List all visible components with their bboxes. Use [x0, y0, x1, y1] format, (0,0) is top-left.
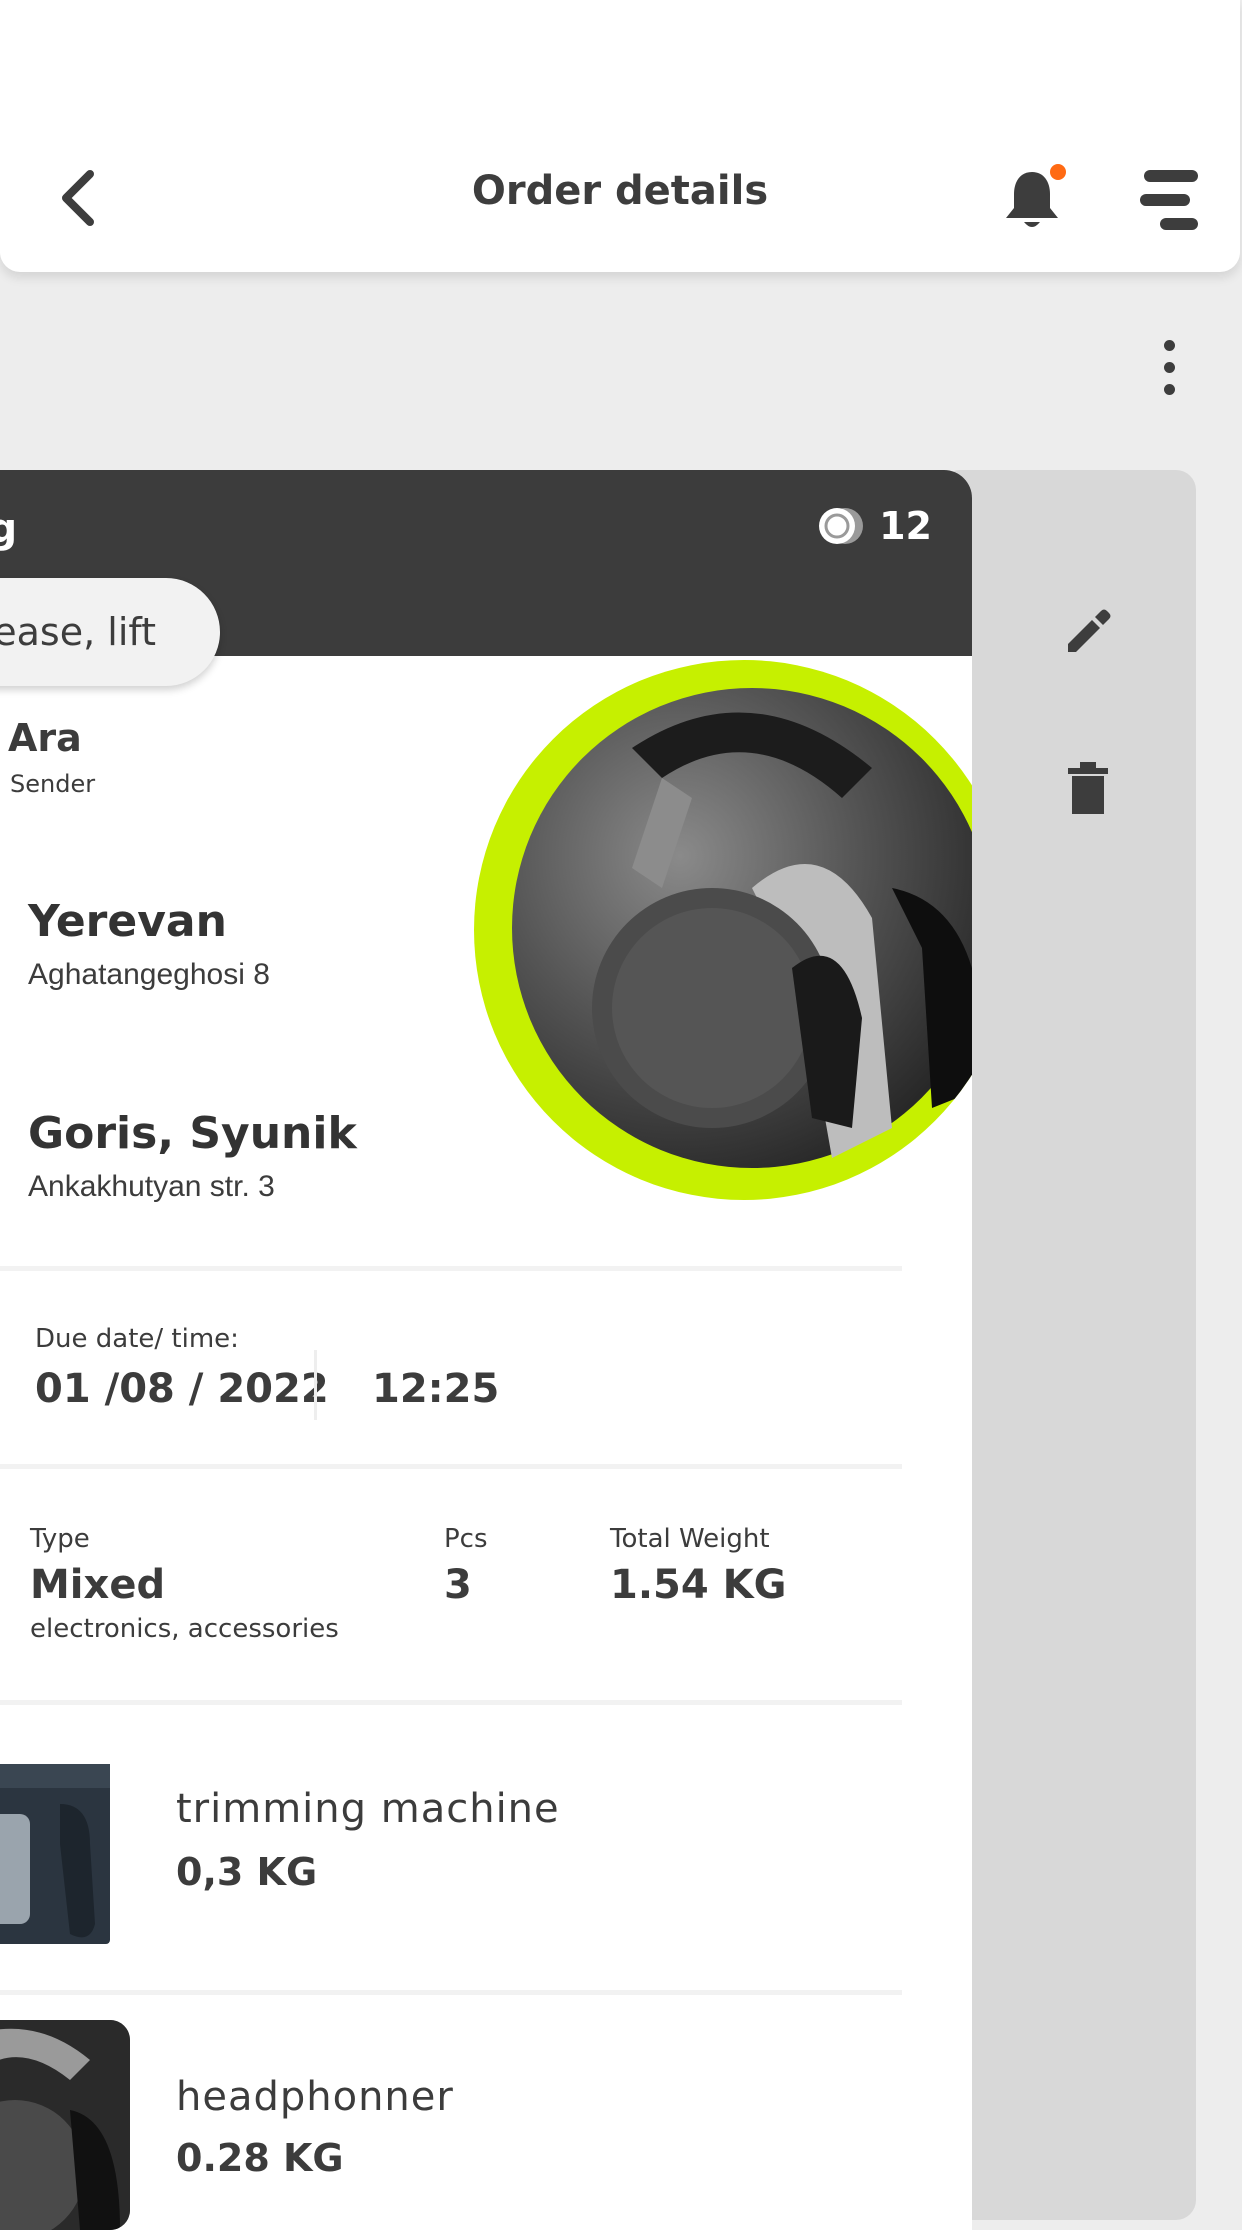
menu-icon	[1144, 170, 1198, 182]
dropoff-city: Goris, Syunik	[28, 1108, 357, 1159]
section-divider	[0, 1700, 902, 1705]
more-dot	[1164, 362, 1175, 373]
pickup-city: Yerevan	[28, 896, 227, 947]
pencil-icon	[1068, 609, 1111, 652]
top-app-bar: Order details	[0, 0, 1240, 272]
due-date-label: Due date/ time:	[35, 1324, 239, 1354]
pickup-address: Aghatangeghosi 8	[28, 958, 270, 991]
type-detail: electronics, accessories	[30, 1614, 339, 1644]
section-divider	[0, 1990, 902, 1995]
section-divider	[0, 1266, 902, 1271]
sender-role: Sender	[10, 770, 96, 798]
item-weight: 0,3 KG	[176, 1850, 318, 1894]
type-label: Type	[30, 1524, 90, 1554]
notification-dot	[1050, 164, 1066, 180]
type-value: Mixed	[30, 1562, 166, 1608]
menu-icon-bar	[1140, 194, 1190, 206]
dropoff-address: Ankakhutyan str. 3	[28, 1170, 275, 1203]
order-card[interactable]: ng 12 ease, lift Ara Sender Yerevan	[0, 470, 972, 2230]
due-date-value: 01 /08 / 2022	[35, 1366, 329, 1412]
item-name: headphonner	[176, 2074, 454, 2120]
delete-button[interactable]	[1064, 760, 1112, 816]
coin-icon	[819, 508, 864, 544]
item-thumbnail[interactable]	[0, 1744, 130, 1954]
more-dot	[1164, 384, 1175, 395]
menu-icon-bar	[1160, 218, 1198, 230]
due-time-value: 12:25	[372, 1366, 500, 1412]
item-weight: 0.28 KG	[176, 2136, 344, 2180]
coin-count: 12	[879, 504, 932, 548]
trimmer-image	[0, 1764, 110, 1944]
status-label: ng	[0, 506, 18, 552]
menu-button[interactable]	[1140, 168, 1200, 232]
item-thumbnail[interactable]	[0, 2020, 130, 2230]
pcs-label: Pcs	[444, 1524, 488, 1554]
total-weight-label: Total Weight	[610, 1524, 770, 1554]
total-weight-value: 1.54 KG	[610, 1562, 787, 1608]
trash-icon	[1068, 762, 1108, 814]
edit-button[interactable]	[1060, 604, 1116, 660]
swipe-actions-panel	[940, 470, 1196, 2220]
item-name: trimming machine	[176, 1786, 560, 1832]
more-vertical-icon	[1164, 340, 1175, 351]
headphones-image	[592, 712, 972, 1158]
pcs-value: 3	[444, 1562, 472, 1608]
section-divider	[0, 1464, 902, 1469]
product-photo	[512, 688, 972, 1168]
date-time-separator	[314, 1350, 317, 1420]
more-options-button[interactable]	[1150, 336, 1190, 398]
sender-name: Ara	[8, 716, 82, 760]
product-photo-ring	[474, 660, 972, 1200]
coin-counter: 12	[815, 504, 932, 548]
headphones-thumbnail-image	[0, 2020, 130, 2230]
delivery-note-pill[interactable]: ease, lift	[0, 578, 220, 686]
notification-button[interactable]	[1000, 164, 1066, 234]
